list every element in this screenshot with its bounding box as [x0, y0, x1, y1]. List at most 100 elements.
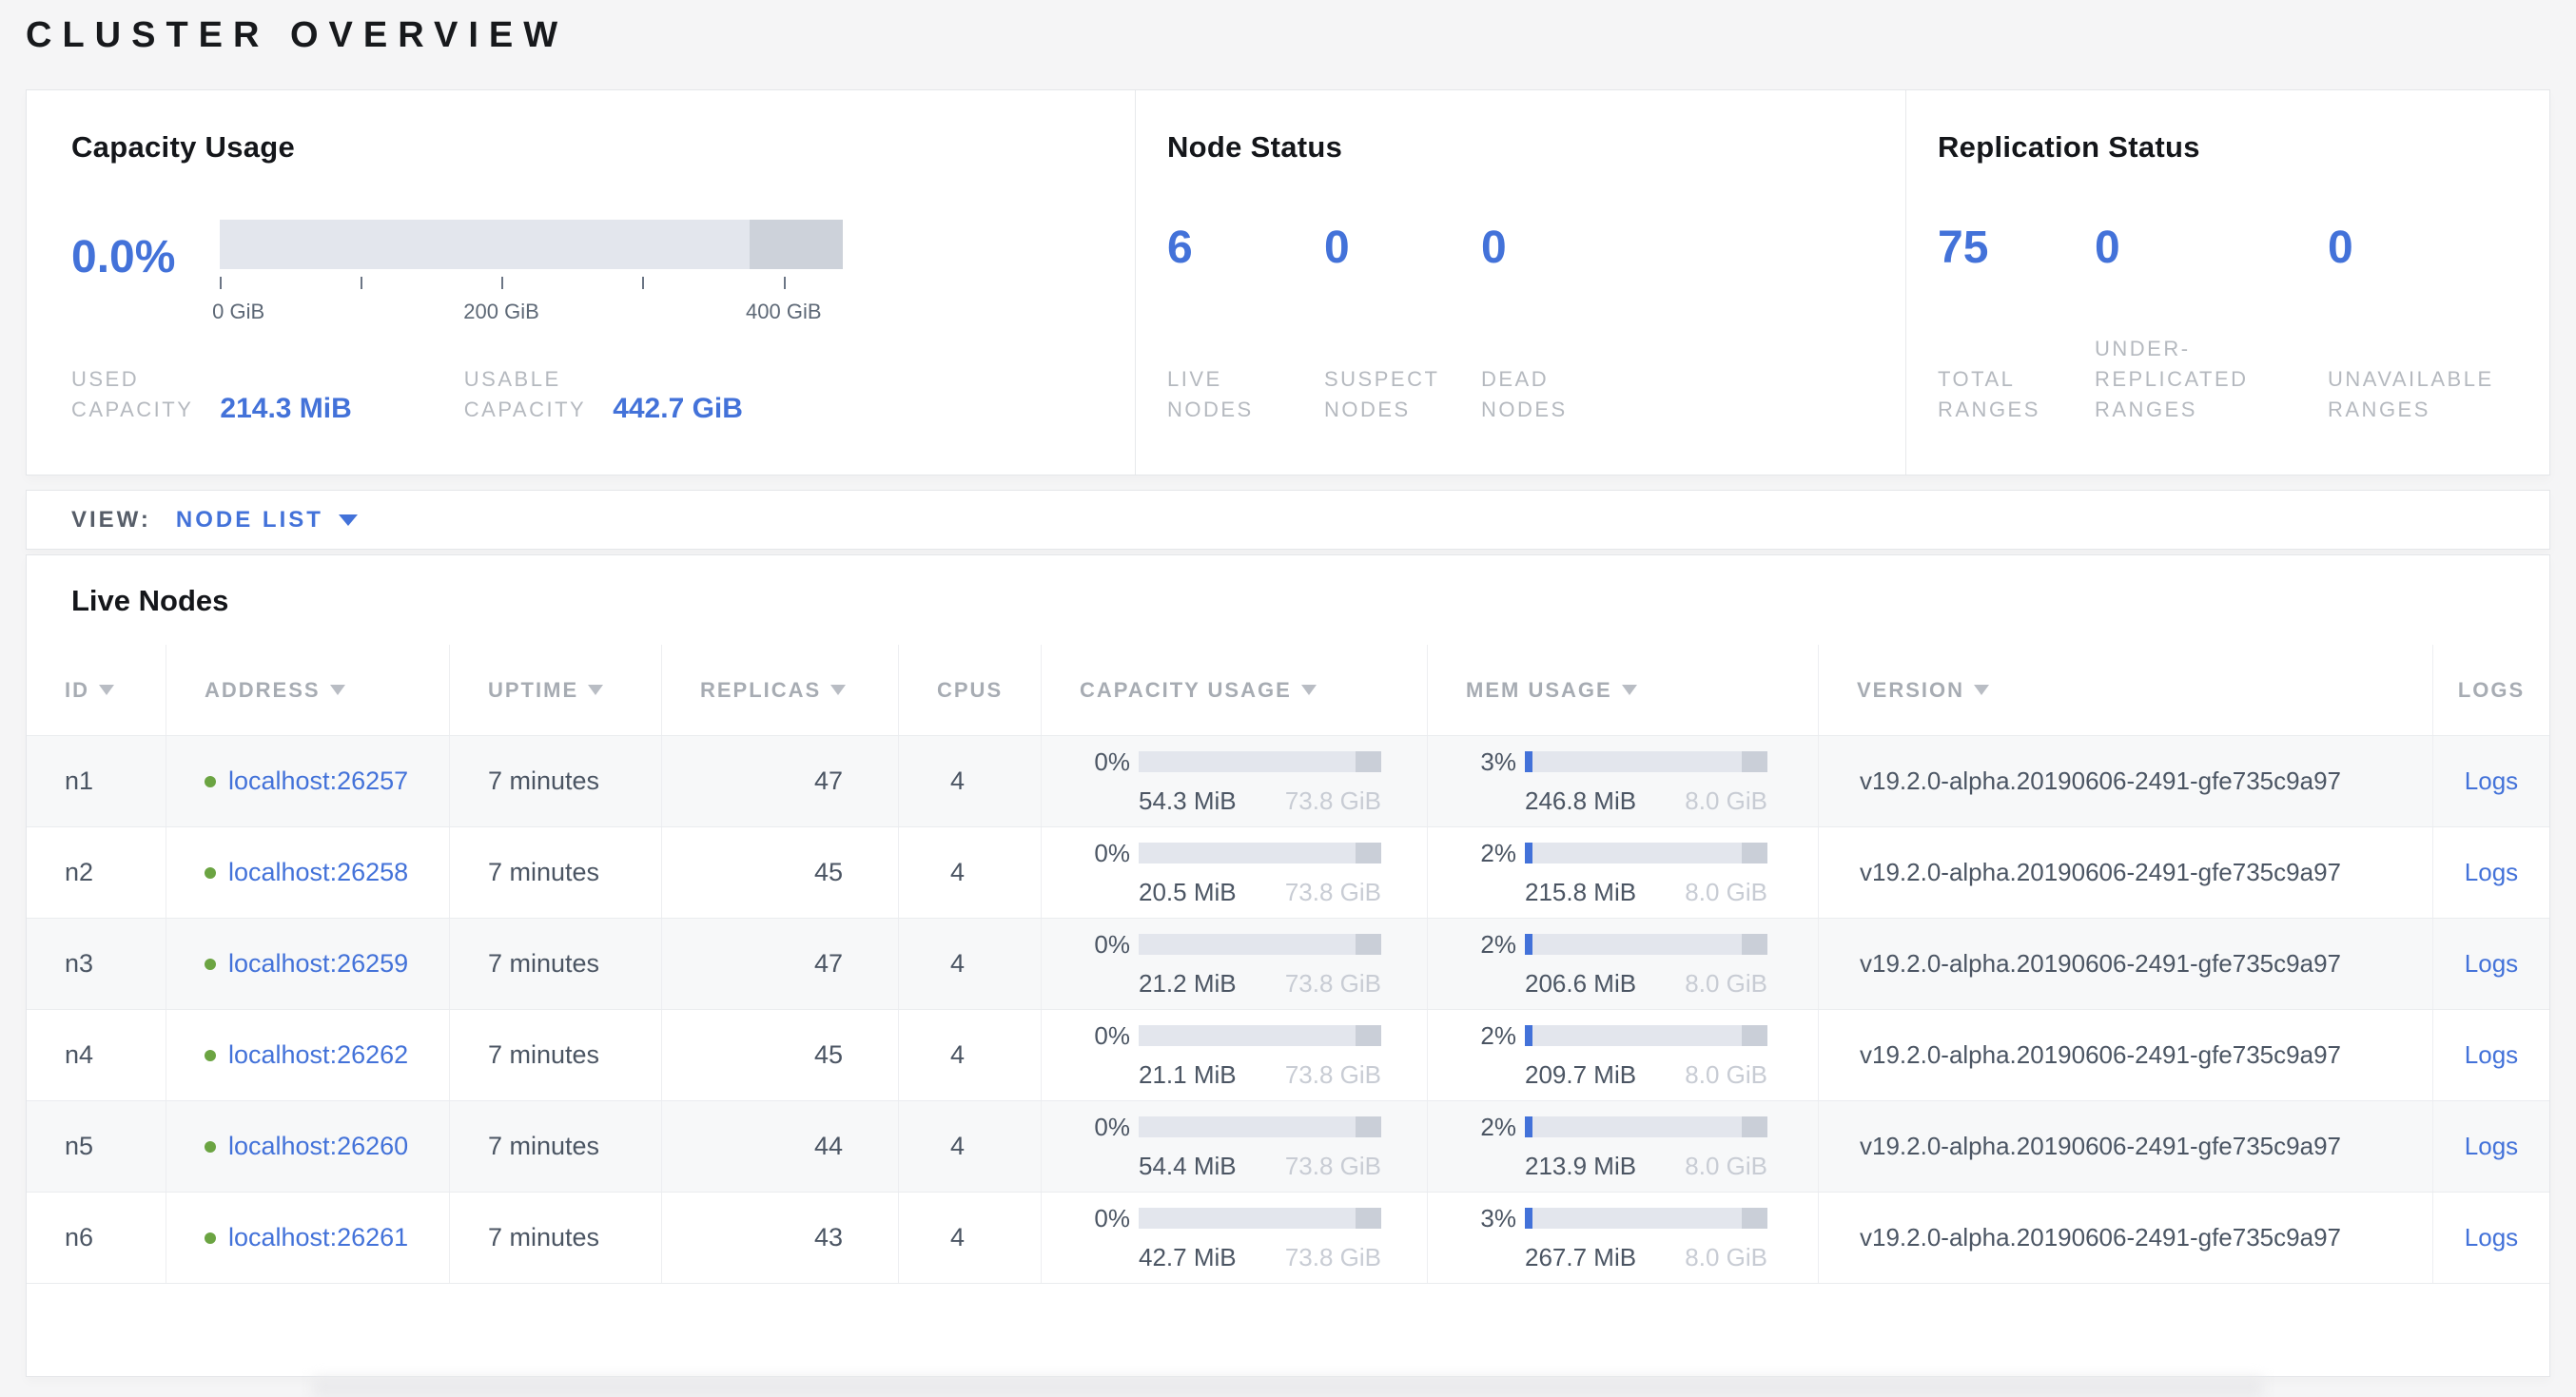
capacity-axis-ticks — [220, 277, 843, 298]
node-id: n5 — [27, 1101, 166, 1192]
node-replicas: 47 — [661, 919, 898, 1009]
capacity-bar-track — [220, 220, 843, 269]
logs-link[interactable]: Logs — [2465, 1132, 2518, 1161]
capacity-gauge: 0.0% 0 GiB 200 GiB 400 — [71, 220, 1097, 324]
live-nodes-table: ID ADDRESS UPTIME REPLICAS CPUS CAPACITY… — [27, 645, 2549, 1284]
capacity-bar — [1139, 751, 1381, 772]
node-address-link[interactable]: localhost:26260 — [228, 1132, 408, 1161]
node-replicas: 47 — [661, 736, 898, 826]
page-bottom-shadow — [313, 1378, 2263, 1397]
node-replicas: 43 — [661, 1193, 898, 1283]
logs-link[interactable]: Logs — [2465, 1223, 2518, 1252]
node-cpus: 4 — [898, 736, 1041, 826]
table-row: n2 localhost:26258 7 minutes 45 4 0% 20.… — [27, 826, 2549, 918]
axis-label: 200 GiB — [463, 300, 539, 324]
logs-link[interactable]: Logs — [2465, 949, 2518, 979]
capacity-usage-cell: 0% 21.1 MiB73.8 GiB — [1084, 1021, 1381, 1090]
column-header-logs: LOGS — [2432, 645, 2549, 735]
capacity-stats: USED CAPACITY 214.3 MiB USABLE CAPACITY … — [71, 364, 1097, 425]
node-replicas: 45 — [661, 827, 898, 918]
node-replicas: 44 — [661, 1101, 898, 1192]
node-status-title: Node Status — [1167, 130, 1867, 165]
node-id: n3 — [27, 919, 166, 1009]
view-dropdown[interactable]: NODE LIST — [176, 507, 358, 534]
node-version: v19.2.0-alpha.20190606-2491-gfe735c9a97 — [1818, 1193, 2432, 1283]
node-version: v19.2.0-alpha.20190606-2491-gfe735c9a97 — [1818, 736, 2432, 826]
capacity-bar-reserved-segment — [750, 220, 843, 269]
node-live-status-icon — [205, 959, 216, 970]
sort-desc-icon — [1974, 685, 1989, 695]
used-capacity-value: 214.3 MiB — [220, 393, 351, 425]
usable-capacity-value: 442.7 GiB — [613, 393, 743, 425]
suspect-nodes-stat: 0 SUSPECT NODES — [1324, 222, 1481, 425]
mem-bar — [1525, 1116, 1767, 1137]
column-header-mem-usage[interactable]: MEM USAGE — [1427, 645, 1818, 735]
node-live-status-icon — [205, 776, 216, 787]
live-nodes-title: Live Nodes — [27, 555, 2549, 618]
view-label: VIEW: — [71, 507, 151, 534]
table-row: n5 localhost:26260 7 minutes 44 4 0% 54.… — [27, 1100, 2549, 1192]
column-header-uptime[interactable]: UPTIME — [449, 645, 661, 735]
node-address-link[interactable]: localhost:26257 — [228, 766, 408, 796]
node-version: v19.2.0-alpha.20190606-2491-gfe735c9a97 — [1818, 1101, 2432, 1192]
mem-bar — [1525, 934, 1767, 955]
table-header-row: ID ADDRESS UPTIME REPLICAS CPUS CAPACITY… — [27, 645, 2549, 735]
capacity-axis-labels: 0 GiB 200 GiB 400 GiB — [220, 300, 843, 324]
logs-link[interactable]: Logs — [2465, 1040, 2518, 1070]
mem-usage-cell: 3% 246.8 MiB8.0 GiB — [1471, 747, 1767, 816]
column-header-address[interactable]: ADDRESS — [166, 645, 449, 735]
node-uptime: 7 minutes — [449, 1010, 661, 1100]
view-dropdown-selected: NODE LIST — [176, 507, 323, 534]
usable-capacity-stat: USABLE CAPACITY 442.7 GiB — [464, 364, 743, 425]
live-nodes-stat: 6 LIVE NODES — [1167, 222, 1324, 425]
mem-usage-cell: 2% 215.8 MiB8.0 GiB — [1471, 839, 1767, 907]
capacity-usage-cell: 0% 42.7 MiB73.8 GiB — [1084, 1204, 1381, 1272]
sort-desc-icon — [830, 685, 846, 695]
table-row: n1 localhost:26257 7 minutes 47 4 0% 54.… — [27, 735, 2549, 826]
mem-usage-cell: 3% 267.7 MiB8.0 GiB — [1471, 1204, 1767, 1272]
table-row: n3 localhost:26259 7 minutes 47 4 0% 21.… — [27, 918, 2549, 1009]
node-id: n4 — [27, 1010, 166, 1100]
node-address-link[interactable]: localhost:26262 — [228, 1040, 408, 1070]
node-cpus: 4 — [898, 827, 1041, 918]
replication-status-title: Replication Status — [1938, 130, 2542, 165]
dead-nodes-stat: 0 DEAD NODES — [1481, 222, 1638, 425]
mem-usage-cell: 2% 209.7 MiB8.0 GiB — [1471, 1021, 1767, 1090]
capacity-percent: 0.0% — [71, 231, 193, 283]
sort-desc-icon — [1301, 685, 1317, 695]
sort-desc-icon — [1622, 685, 1637, 695]
node-id: n6 — [27, 1193, 166, 1283]
column-header-capacity-usage[interactable]: CAPACITY USAGE — [1041, 645, 1427, 735]
capacity-usage-section: Capacity Usage 0.0% 0 GiB — [27, 90, 1135, 475]
mem-bar — [1525, 751, 1767, 772]
sort-desc-icon — [99, 685, 114, 695]
page-title: CLUSTER OVERVIEW — [26, 13, 2550, 57]
column-header-cpus: CPUS — [898, 645, 1041, 735]
axis-label: 400 GiB — [746, 300, 822, 324]
capacity-bar — [1139, 1025, 1381, 1046]
column-header-version[interactable]: VERSION — [1818, 645, 2432, 735]
sort-desc-icon — [330, 685, 345, 695]
mem-bar — [1525, 1025, 1767, 1046]
under-replicated-ranges-stat: 0 UNDER- REPLICATED RANGES — [2095, 222, 2328, 425]
node-uptime: 7 minutes — [449, 1193, 661, 1283]
capacity-usage-cell: 0% 20.5 MiB73.8 GiB — [1084, 839, 1381, 907]
node-id: n1 — [27, 736, 166, 826]
capacity-bar — [1139, 1208, 1381, 1229]
table-row: n6 localhost:26261 7 minutes 43 4 0% 42.… — [27, 1192, 2549, 1283]
node-cpus: 4 — [898, 919, 1041, 1009]
node-status-section: Node Status 6 LIVE NODES 0 SUSPECT NODES — [1135, 90, 1905, 475]
node-live-status-icon — [205, 1232, 216, 1244]
logs-link[interactable]: Logs — [2465, 858, 2518, 887]
node-cpus: 4 — [898, 1101, 1041, 1192]
view-selector-bar: VIEW: NODE LIST — [26, 490, 2550, 550]
column-header-replicas[interactable]: REPLICAS — [661, 645, 898, 735]
node-address-link[interactable]: localhost:26261 — [228, 1223, 408, 1252]
node-address-link[interactable]: localhost:26259 — [228, 949, 408, 979]
node-uptime: 7 minutes — [449, 827, 661, 918]
column-header-id[interactable]: ID — [27, 645, 166, 735]
node-uptime: 7 minutes — [449, 919, 661, 1009]
logs-link[interactable]: Logs — [2465, 766, 2518, 796]
node-live-status-icon — [205, 1050, 216, 1061]
node-address-link[interactable]: localhost:26258 — [228, 858, 408, 887]
